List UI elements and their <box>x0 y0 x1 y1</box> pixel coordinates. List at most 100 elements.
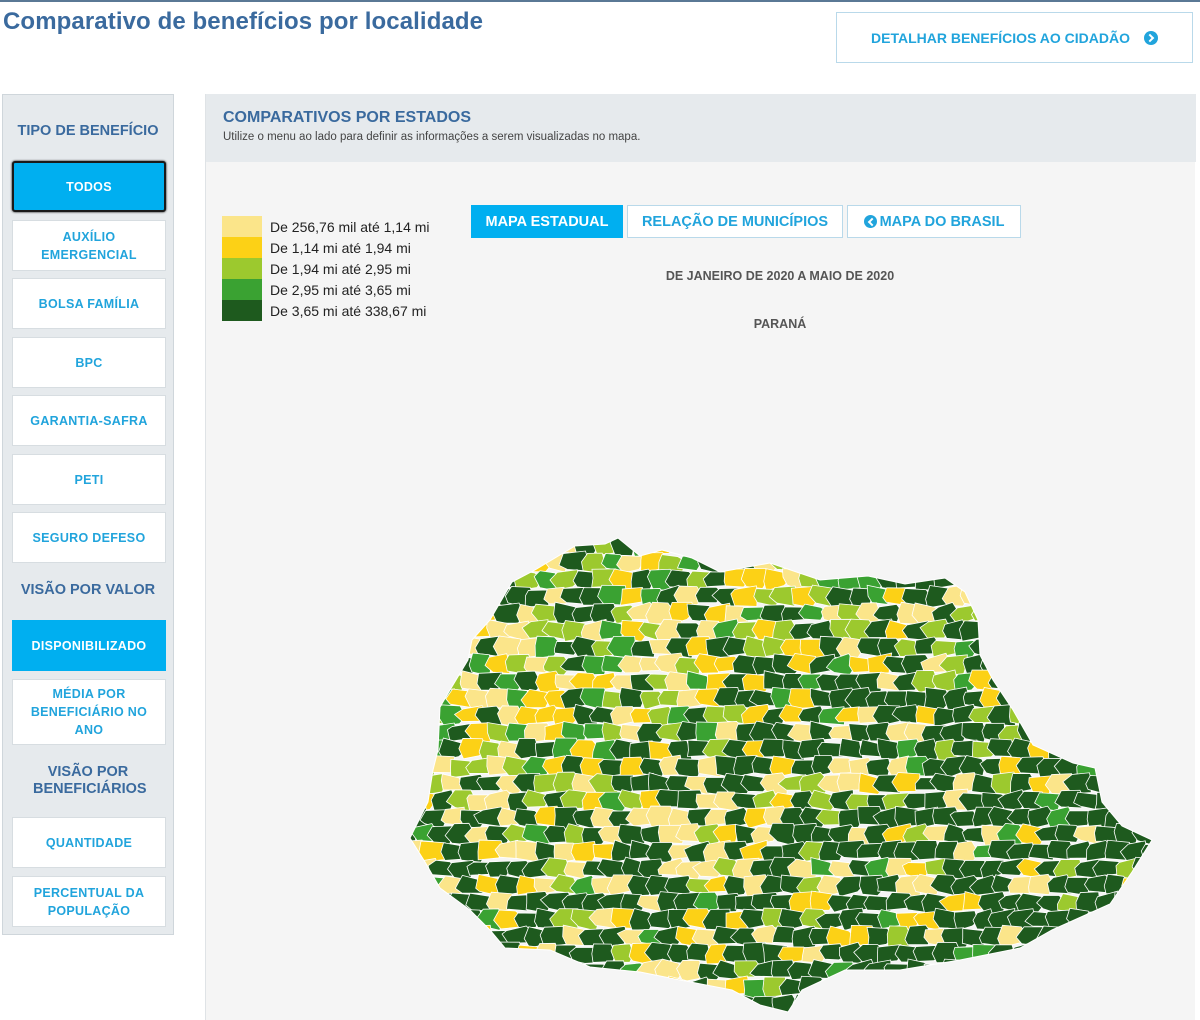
municipality-cell[interactable] <box>1072 995 1102 1014</box>
municipality-cell[interactable] <box>967 570 999 588</box>
municipality-cell[interactable] <box>400 892 418 914</box>
municipality-cell[interactable] <box>968 535 1001 557</box>
municipality-cell[interactable] <box>437 637 469 657</box>
municipality-cell[interactable] <box>608 975 641 999</box>
municipality-cell[interactable] <box>808 997 838 1014</box>
municipality-cell[interactable] <box>951 978 982 999</box>
municipality-cell[interactable] <box>952 1010 980 1020</box>
municipality-cell[interactable] <box>418 606 446 626</box>
municipality-cell[interactable] <box>970 976 997 998</box>
municipality-cell[interactable] <box>1093 925 1121 947</box>
municipality-cell[interactable] <box>846 556 874 573</box>
municipality-cell[interactable] <box>1113 686 1139 709</box>
municipality-cell[interactable] <box>875 538 901 554</box>
municipality-cell[interactable] <box>446 622 474 642</box>
municipality-cell[interactable] <box>1152 520 1170 540</box>
municipality-cell[interactable] <box>1150 927 1170 948</box>
municipality-cell[interactable] <box>959 997 988 1016</box>
municipality-cell[interactable] <box>1053 723 1086 743</box>
municipality-cell[interactable] <box>400 976 431 997</box>
municipality-cell[interactable] <box>1169 895 1170 913</box>
municipality-cell[interactable] <box>1047 605 1077 625</box>
municipality-cell[interactable] <box>495 1011 523 1020</box>
benefit-auxilio-emergencial-button[interactable]: AUXÍLIO EMERGENCIAL <box>12 220 166 271</box>
municipality-cell[interactable] <box>400 703 431 726</box>
municipality-cell[interactable] <box>1083 1014 1111 1020</box>
municipality-cell[interactable] <box>1020 554 1044 573</box>
municipality-cell[interactable] <box>1025 1014 1053 1020</box>
municipality-cell[interactable] <box>906 551 934 575</box>
municipality-cell[interactable] <box>1056 520 1084 540</box>
municipality-cell[interactable] <box>407 619 435 641</box>
municipality-cell[interactable] <box>1018 652 1049 673</box>
municipality-cell[interactable] <box>582 520 612 539</box>
municipality-cell[interactable] <box>914 1010 941 1020</box>
benefit-bolsa-familia-button[interactable]: BOLSA FAMÍLIA <box>12 278 166 329</box>
municipality-cell[interactable] <box>957 520 988 539</box>
municipality-cell[interactable] <box>686 537 712 556</box>
municipality-cell[interactable] <box>1140 1015 1169 1020</box>
municipality-cell[interactable] <box>942 555 969 571</box>
municipality-cell[interactable] <box>1104 640 1134 658</box>
municipality-cell[interactable] <box>1151 653 1170 677</box>
municipality-cell[interactable] <box>1124 671 1152 692</box>
municipality-cell[interactable] <box>439 569 468 591</box>
municipality-cell[interactable] <box>882 994 914 1014</box>
municipality-cell[interactable] <box>1141 568 1170 589</box>
municipality-cell[interactable] <box>420 945 449 961</box>
municipality-cell[interactable] <box>971 1011 1000 1020</box>
municipality-cell[interactable] <box>484 961 517 980</box>
municipality-cell[interactable] <box>1035 619 1068 641</box>
municipality-cell[interactable] <box>502 959 532 980</box>
municipality-cell[interactable] <box>1063 635 1095 660</box>
municipality-cell[interactable] <box>1128 584 1159 606</box>
municipality-cell[interactable] <box>988 535 1014 553</box>
municipality-cell[interactable] <box>402 603 427 625</box>
municipality-cell[interactable] <box>400 861 418 880</box>
parana-map-svg[interactable] <box>400 520 1170 1020</box>
municipality-cell[interactable] <box>1072 723 1105 744</box>
municipality-cell[interactable] <box>836 534 867 552</box>
municipality-cell[interactable] <box>1140 636 1170 657</box>
municipality-cell[interactable] <box>400 571 430 592</box>
municipality-cell[interactable] <box>447 520 478 541</box>
municipality-cell[interactable] <box>400 926 420 945</box>
municipality-cells[interactable] <box>400 520 1170 1020</box>
municipality-cell[interactable] <box>1092 624 1121 642</box>
municipality-cell[interactable] <box>505 554 530 574</box>
tab-mapa-estadual[interactable]: MAPA ESTADUAL <box>471 205 623 238</box>
municipality-cell[interactable] <box>1103 975 1133 996</box>
municipality-cell[interactable] <box>483 520 514 540</box>
municipality-cell[interactable] <box>990 977 1016 999</box>
municipality-cell[interactable] <box>1072 623 1103 642</box>
municipality-cell[interactable] <box>1161 738 1170 759</box>
municipality-cell[interactable] <box>438 912 467 928</box>
municipality-cell[interactable] <box>896 1013 924 1020</box>
municipality-cell[interactable] <box>427 926 456 949</box>
municipality-cell[interactable] <box>512 979 544 999</box>
municipality-cell[interactable] <box>1114 520 1139 539</box>
municipality-cell[interactable] <box>1076 521 1103 539</box>
municipality-cell[interactable] <box>1076 959 1103 980</box>
municipality-cell[interactable] <box>1034 520 1065 540</box>
municipality-cell[interactable] <box>1148 825 1170 842</box>
municipality-cell[interactable] <box>990 1009 1019 1020</box>
municipality-cell[interactable] <box>454 1010 484 1020</box>
detail-benefits-button[interactable]: DETALHAR BENEFÍCIOS AO CIDADÃO <box>836 12 1193 63</box>
municipality-cell[interactable] <box>1130 622 1158 637</box>
municipality-cell[interactable] <box>1105 1010 1133 1020</box>
municipality-cell[interactable] <box>401 738 429 762</box>
municipality-cell[interactable] <box>1076 927 1105 948</box>
municipality-cell[interactable] <box>1115 620 1143 638</box>
municipality-cell[interactable] <box>1056 993 1084 1016</box>
municipality-cell[interactable] <box>1037 652 1067 677</box>
municipality-cell[interactable] <box>427 959 460 983</box>
municipality-cell[interactable] <box>534 942 560 965</box>
municipality-cell[interactable] <box>1168 621 1170 641</box>
municipality-cell[interactable] <box>1015 619 1049 641</box>
municipality-cell[interactable] <box>1150 788 1170 808</box>
municipality-cell[interactable] <box>1160 773 1170 793</box>
municipality-cell[interactable] <box>1121 709 1149 726</box>
municipality-cell[interactable] <box>417 909 449 930</box>
municipality-cell[interactable] <box>1168 551 1170 574</box>
